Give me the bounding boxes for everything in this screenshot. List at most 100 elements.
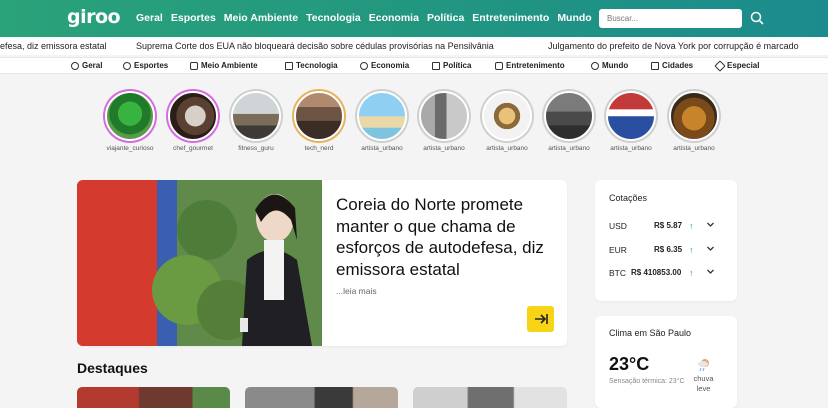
nav-item-economia[interactable]: Economia: [369, 12, 419, 24]
story-username: artista_urbano: [361, 145, 403, 152]
chip-icon: [285, 61, 293, 70]
nav-item-entretenimento[interactable]: Entretenimento: [472, 12, 549, 24]
story-ring: [480, 89, 534, 143]
story-avatar: [231, 91, 281, 141]
story-username: artista_urbano: [610, 145, 652, 152]
buildings-icon: [651, 61, 659, 70]
rain-icon: [697, 359, 709, 372]
category-economia[interactable]: Economia: [360, 61, 409, 70]
weather-card: Clima em São Paulo 23°C Sensação térmica…: [595, 316, 737, 408]
story-ring: [355, 89, 409, 143]
story-item[interactable]: artista_urbano: [355, 89, 409, 152]
story-avatar: [294, 91, 344, 141]
category-politica[interactable]: Política: [432, 61, 471, 70]
featured-thumbnail[interactable]: [413, 387, 567, 408]
ticker-item[interactable]: Suprema Corte dos EUA não bloqueará deci…: [136, 41, 494, 51]
arrow-up-icon: ↑: [689, 221, 694, 231]
story-item[interactable]: fitness_guru: [229, 89, 283, 152]
featured-thumbnail[interactable]: [245, 387, 398, 408]
featured-thumbnail[interactable]: [77, 387, 230, 408]
story-ring: [292, 89, 346, 143]
nav-item-tecnologia[interactable]: Tecnologia: [306, 12, 361, 24]
category-label: Cidades: [662, 61, 694, 70]
story-avatar: [357, 91, 407, 141]
story-ring: [542, 89, 596, 143]
nav-item-meio-ambiente[interactable]: Meio Ambiente: [224, 12, 298, 24]
category-especial[interactable]: Especial: [714, 59, 760, 72]
read-more-link[interactable]: ...leia mais: [336, 286, 377, 296]
diamond-icon: [714, 59, 726, 72]
story-item[interactable]: tech_nerd: [292, 89, 346, 152]
story-username: artista_urbano: [673, 145, 715, 152]
story-username: fitness_guru: [238, 145, 274, 152]
story-username: viajante_curioso: [106, 145, 154, 152]
category-entretenimento[interactable]: Entretenimento: [495, 61, 565, 70]
top-bar: giroo Geral Esportes Meio Ambiente Tecno…: [0, 0, 828, 37]
main-nav: Geral Esportes Meio Ambiente Tecnologia …: [136, 12, 600, 24]
globe-icon: [71, 61, 79, 70]
coins-icon: [360, 61, 368, 70]
chevron-down-icon[interactable]: [706, 267, 715, 276]
category-label: Esportes: [134, 61, 169, 70]
story-ring: [667, 89, 721, 143]
story-item[interactable]: chef_gourmet: [166, 89, 220, 152]
category-cidades[interactable]: Cidades: [651, 61, 693, 70]
news-ticker: efesa, diz emissora estatal Suprema Cort…: [0, 37, 828, 55]
chevron-down-icon[interactable]: [706, 244, 715, 253]
category-geral[interactable]: Geral: [71, 61, 102, 70]
arrow-right-icon: [534, 314, 548, 324]
currency-card-title: Cotações: [609, 193, 648, 203]
currency-card: Cotações USD R$ 5.87 ↑ EUR R$ 6.35 ↑ BTC…: [595, 180, 737, 301]
chevron-down-icon[interactable]: [706, 220, 715, 229]
story-ring: [103, 89, 157, 143]
story-ring: [229, 89, 283, 143]
story-ring: [604, 89, 658, 143]
story-avatar: [606, 91, 656, 141]
nav-item-politica[interactable]: Política: [427, 12, 464, 24]
ticker-item[interactable]: Julgamento do prefeito de Nova York por …: [548, 41, 799, 51]
story-item[interactable]: artista_urbano: [667, 89, 721, 152]
story-avatar: [669, 91, 719, 141]
category-label: Economia: [371, 61, 410, 70]
currency-value: R$ 410853.00: [631, 268, 682, 277]
category-label: Mundo: [602, 61, 629, 70]
story-item[interactable]: artista_urbano: [480, 89, 534, 152]
story-item[interactable]: viajante_curioso: [103, 89, 157, 152]
story-username: chef_gourmet: [173, 145, 213, 152]
story-username: artista_urbano: [548, 145, 590, 152]
search-icon[interactable]: [750, 11, 764, 25]
nav-item-geral[interactable]: Geral: [136, 12, 163, 24]
currency-code: EUR: [609, 245, 627, 255]
category-bar: Geral Esportes Meio Ambiente Tecnologia …: [0, 57, 828, 74]
weather-temperature: 23°C: [609, 354, 650, 374]
nav-item-mundo[interactable]: Mundo: [557, 12, 591, 24]
category-label: Especial: [727, 61, 760, 70]
hero-image[interactable]: [77, 180, 322, 346]
category-tecnologia[interactable]: Tecnologia: [285, 61, 338, 70]
ticker-item[interactable]: efesa, diz emissora estatal: [0, 41, 107, 51]
arrow-up-icon: ↑: [689, 245, 694, 255]
story-item[interactable]: artista_urbano: [604, 89, 658, 152]
weather-condition-label: chuva leve: [693, 374, 714, 393]
story-username: artista_urbano: [423, 145, 465, 152]
currency-value: R$ 6.35: [654, 245, 683, 254]
site-logo[interactable]: giroo: [67, 6, 121, 28]
section-title-destaques: Destaques: [77, 360, 148, 376]
category-meio-ambiente[interactable]: Meio Ambiente: [190, 61, 258, 70]
weather-feels-like: Sensação térmica: 23°C: [609, 378, 685, 385]
story-ring: [166, 89, 220, 143]
category-mundo[interactable]: Mundo: [591, 61, 628, 70]
story-item[interactable]: artista_urbano: [542, 89, 596, 152]
search-input[interactable]: [599, 9, 742, 28]
story-item[interactable]: artista_urbano: [417, 89, 471, 152]
hero-article-card[interactable]: Coreia do Norte promete manter o que cha…: [77, 180, 567, 346]
open-article-button[interactable]: [527, 306, 554, 332]
category-esportes[interactable]: Esportes: [123, 61, 168, 70]
hero-headline[interactable]: Coreia do Norte promete manter o que cha…: [336, 194, 556, 280]
story-username: tech_nerd: [304, 145, 334, 152]
ticket-icon: [495, 61, 503, 70]
story-avatar: [544, 91, 594, 141]
category-label: Política: [443, 61, 472, 70]
nav-item-esportes[interactable]: Esportes: [171, 12, 216, 24]
story-avatar: [168, 91, 218, 141]
